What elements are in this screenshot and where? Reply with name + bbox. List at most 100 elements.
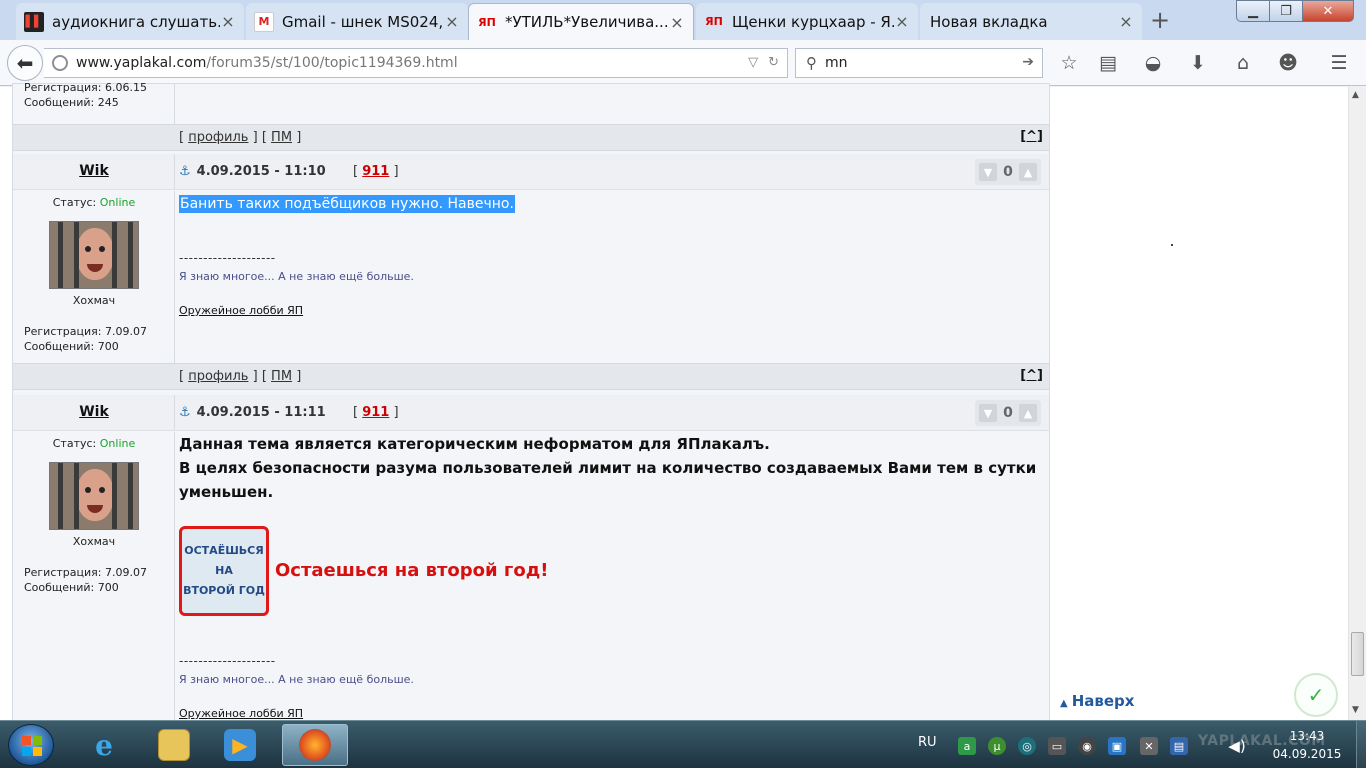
maximize-button[interactable]: ❐	[1269, 0, 1303, 22]
signature-link[interactable]: Оружейное лобби ЯП	[179, 707, 303, 720]
reg-date: Регистрация: 6.06.15	[24, 81, 147, 94]
signature-text: Я знаю многое... А не знаю ещё больше.	[179, 270, 414, 283]
profile-link[interactable]: профиль	[188, 130, 248, 145]
torrent-icon[interactable]: µ	[988, 737, 1006, 755]
url-path: /forum35/st/100/topic1194369.html	[206, 55, 458, 71]
reload-icon[interactable]: ↻	[768, 55, 779, 70]
shield-check-icon[interactable]: ✓	[1294, 673, 1338, 717]
rating-value: 0	[1003, 405, 1013, 421]
search-input[interactable]: ⚲ mn ➔	[795, 48, 1043, 78]
post-number-link[interactable]: 911	[362, 164, 389, 179]
post-text-line: В целях безопасности разума пользователе…	[179, 459, 1037, 501]
post-author[interactable]: Wik	[13, 163, 175, 179]
pm-link[interactable]: ПМ	[271, 130, 292, 145]
system-clock[interactable]: 13:43 04.09.2015	[1262, 727, 1352, 763]
anchor-icon[interactable]: ⚓	[179, 405, 191, 420]
page-content: Регистрация: 6.06.15 Сообщений: 245 [ пр…	[0, 81, 1366, 721]
tray-app-icon[interactable]: ▤	[1170, 737, 1188, 755]
post-date: 4.09.2015 - 11:10	[196, 164, 326, 179]
post-header: Wik ⚓ 4.09.2015 - 11:11 [ 911 ] ▼ 0 ▲	[13, 395, 1049, 431]
url-host: www.yaplakal.com	[76, 55, 207, 71]
post-body: Статус: Online Хохмач Регистрация: 7.09.…	[13, 432, 1049, 721]
gmail-icon: M	[254, 11, 274, 32]
avatar[interactable]	[49, 462, 139, 530]
avatar[interactable]	[49, 221, 139, 289]
menu-icon[interactable]: ☰	[1327, 51, 1351, 75]
rating-value: 0	[1003, 164, 1013, 180]
reg-date: Регистрация: 7.09.07	[24, 325, 147, 338]
scroll-up-icon[interactable]: ▲	[1352, 90, 1359, 100]
post-number-link[interactable]: 911	[362, 405, 389, 420]
scrollbar-thumb[interactable]	[1351, 632, 1364, 676]
minimize-button[interactable]: ▁	[1236, 0, 1270, 22]
tab-puppies[interactable]: ЯП Щенки курцхаар - Я... ×	[696, 3, 918, 40]
back-to-top-link[interactable]: ▲ Наверх	[1060, 692, 1134, 710]
bookmark-star-icon[interactable]: ☆	[1057, 51, 1081, 75]
taskbar-firefox[interactable]	[282, 724, 348, 766]
search-icon: ⚲	[806, 54, 817, 72]
network-globe-icon[interactable]: ◎	[1018, 737, 1036, 755]
pocket-icon[interactable]: ◒	[1141, 51, 1165, 75]
volume-icon[interactable]: ◀)	[1228, 737, 1246, 755]
close-tab-icon[interactable]: ×	[894, 12, 910, 31]
signature-link[interactable]: Оружейное лобби ЯП	[179, 304, 303, 317]
close-tab-icon[interactable]: ×	[220, 12, 236, 31]
scroll-down-icon[interactable]: ▼	[1352, 705, 1359, 715]
download-icon[interactable]: ⬇	[1186, 51, 1210, 75]
tab-new[interactable]: Новая вкладка ×	[920, 3, 1142, 40]
dropdown-arrow-icon[interactable]: ▽	[748, 55, 758, 70]
new-tab-button[interactable]: +	[1150, 6, 1170, 34]
taskbar-media-player[interactable]: ▶	[212, 724, 268, 766]
status-online: Online	[99, 196, 136, 209]
windows-taskbar: e ▶ RU a µ ◎ ▭ ◉ ▣ ✕ ▤ YAPLAKAL.COM ◀) 1…	[0, 720, 1366, 768]
start-button[interactable]	[8, 724, 54, 766]
back-button[interactable]: ⬅	[7, 45, 43, 81]
home-icon[interactable]: ⌂	[1231, 51, 1255, 75]
profile-link[interactable]: профиль	[188, 369, 248, 384]
tab-label: Щенки курцхаар - Я...	[732, 12, 894, 31]
close-tab-icon[interactable]: ×	[444, 12, 460, 31]
antivirus-icon[interactable]: a	[958, 737, 976, 755]
language-indicator[interactable]: RU	[918, 735, 937, 750]
badge-caption: Остаешься на второй год!	[275, 560, 549, 581]
bookmarks-list-icon[interactable]: ▤	[1096, 51, 1120, 75]
close-tab-icon[interactable]: ×	[1118, 12, 1134, 31]
network-error-icon[interactable]: ✕	[1140, 737, 1158, 755]
tab-gmail[interactable]: M Gmail - шнек MS024,... ×	[246, 3, 468, 40]
post-date: 4.09.2015 - 11:11	[196, 405, 326, 420]
monitor-icon[interactable]: ▭	[1048, 737, 1066, 755]
show-desktop-button[interactable]	[1356, 721, 1366, 768]
window-tray-icon[interactable]: ▣	[1108, 737, 1126, 755]
tab-audiobook[interactable]: ▌▌ аудиокнига слушать... ×	[16, 3, 244, 40]
thumb-up-icon[interactable]: ▲	[1019, 404, 1037, 422]
post-rating: ▼ 0 ▲	[975, 400, 1041, 426]
close-window-button[interactable]: ✕	[1302, 0, 1354, 22]
clock-time: 13:43	[1289, 729, 1325, 743]
taskbar-ie[interactable]: e	[76, 724, 132, 766]
triangle-up-icon: ▲	[1060, 698, 1068, 709]
reg-date: Регистрация: 7.09.07	[24, 566, 147, 579]
firefox-icon	[299, 729, 331, 761]
thumb-down-icon[interactable]: ▼	[979, 163, 997, 181]
disc-icon[interactable]: ◉	[1078, 737, 1096, 755]
smiley-icon[interactable]: ☻	[1276, 51, 1300, 75]
windows-logo-icon	[22, 736, 42, 756]
address-bar[interactable]: www.yaplakal.com/forum35/st/100/topic119…	[44, 48, 788, 78]
close-tab-icon[interactable]: ×	[669, 13, 685, 32]
thumb-up-icon[interactable]: ▲	[1019, 163, 1037, 181]
message-count: Сообщений: 700	[24, 340, 119, 353]
browser-tab-strip: ▌▌ аудиокнига слушать... × M Gmail - шне…	[0, 0, 1366, 40]
scroll-top-link[interactable]: [^]	[1020, 368, 1043, 383]
tab-active-util[interactable]: ЯП *УТИЛЬ*Увеличива... ×	[468, 3, 694, 40]
pm-link[interactable]: ПМ	[271, 369, 292, 384]
vertical-scrollbar[interactable]: ▲ ▼	[1348, 87, 1366, 720]
taskbar-explorer[interactable]	[146, 724, 202, 766]
search-go-icon[interactable]: ➔	[1022, 54, 1034, 70]
tab-label: аудиокнига слушать...	[52, 12, 220, 31]
anchor-icon[interactable]: ⚓	[179, 164, 191, 179]
tab-label: Gmail - шнек MS024,...	[282, 12, 444, 31]
thumb-down-icon[interactable]: ▼	[979, 404, 997, 422]
post-author[interactable]: Wik	[13, 404, 175, 420]
user-title: Хохмач	[72, 535, 116, 548]
scroll-top-link[interactable]: [^]	[1020, 129, 1043, 144]
